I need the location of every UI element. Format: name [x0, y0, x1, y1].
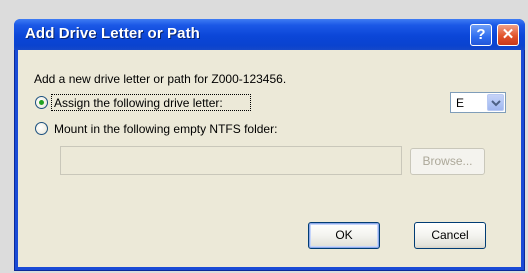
ok-button[interactable]: OK	[308, 222, 380, 249]
browse-button[interactable]: Browse...	[410, 148, 485, 175]
mount-folder-label[interactable]: Mount in the following empty NTFS folder…	[54, 122, 277, 136]
dialog-window: Add Drive Letter or Path ? ✕ Add a new d…	[14, 19, 525, 271]
help-icon: ?	[476, 26, 486, 43]
dialog-description: Add a new drive letter or path for Z000-…	[34, 72, 287, 86]
help-button[interactable]: ?	[470, 24, 492, 46]
dialog-body: Add a new drive letter or path for Z000-…	[18, 50, 521, 267]
drive-letter-value: E	[456, 96, 465, 110]
chevron-down-icon	[491, 100, 501, 107]
drive-letter-select[interactable]: E	[450, 92, 506, 113]
title-bar[interactable]: Add Drive Letter or Path ? ✕	[14, 19, 525, 50]
radio-selected-dot	[39, 100, 44, 105]
dialog-title: Add Drive Letter or Path	[25, 25, 200, 42]
mount-folder-radio[interactable]	[35, 122, 48, 135]
cancel-button[interactable]: Cancel	[414, 222, 486, 249]
assign-drive-letter-label[interactable]: Assign the following drive letter:	[54, 96, 223, 110]
close-icon: ✕	[501, 26, 515, 43]
dropdown-button[interactable]	[487, 94, 504, 111]
folder-path-input[interactable]	[60, 146, 402, 175]
assign-drive-letter-radio[interactable]	[35, 96, 48, 109]
close-button[interactable]: ✕	[497, 24, 519, 46]
